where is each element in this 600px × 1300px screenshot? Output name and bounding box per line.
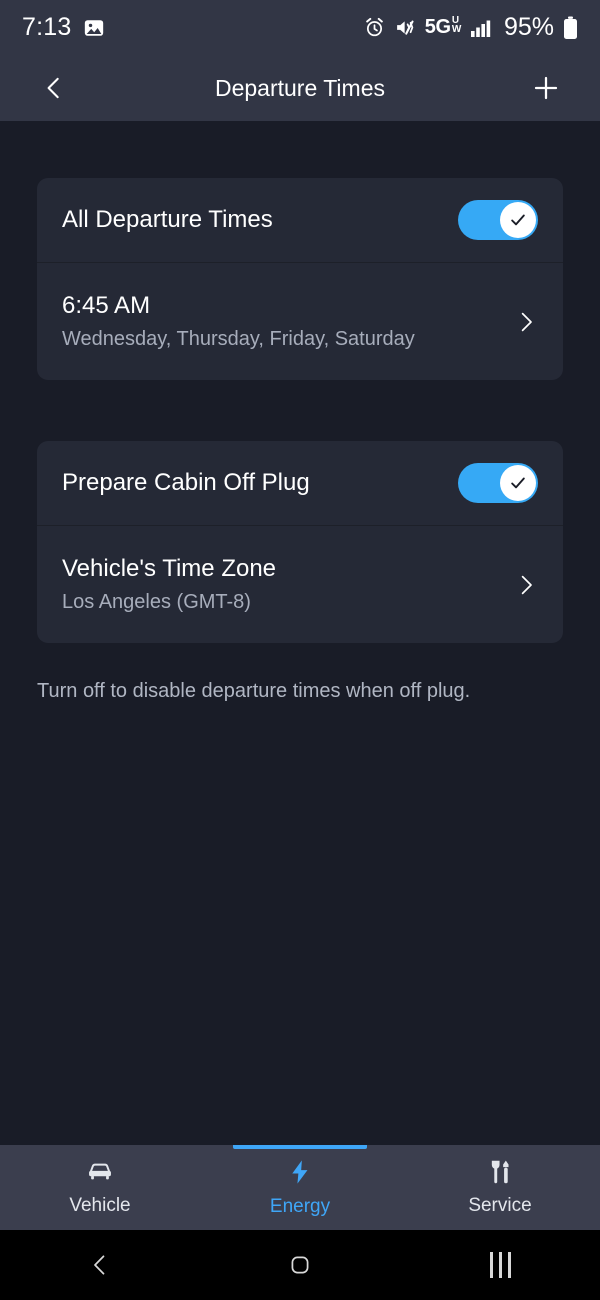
status-bar: 7:13 5G U W 95% [0, 0, 600, 55]
status-bar-right: 5G U W 95% [364, 13, 578, 42]
android-home-button[interactable] [200, 1252, 400, 1278]
vehicle-time-zone-row[interactable]: Vehicle's Time Zone Los Angeles (GMT-8) [37, 525, 563, 643]
app-header: Departure Times [0, 55, 600, 121]
tab-vehicle[interactable]: Vehicle [0, 1145, 200, 1230]
battery-full-icon [563, 16, 578, 40]
tab-energy-indicator [233, 1145, 367, 1149]
android-navigation-bar [0, 1230, 600, 1300]
chevron-right-icon [521, 575, 532, 594]
check-icon [511, 214, 525, 226]
network-type-label: 5G [424, 16, 451, 38]
all-departure-times-row[interactable]: All Departure Times [37, 178, 563, 262]
tab-service[interactable]: Service [400, 1145, 600, 1230]
android-back-icon [94, 1255, 105, 1275]
toggle-knob [500, 465, 536, 501]
android-recents-button[interactable] [400, 1252, 600, 1278]
departure-time-entry-text: 6:45 AM Wednesday, Thursday, Friday, Sat… [62, 292, 500, 352]
vehicle-time-zone-label: Vehicle's Time Zone [62, 554, 277, 582]
toggle-knob [500, 202, 536, 238]
vehicle-time-zone-value: Los Angeles (GMT-8) [62, 591, 251, 614]
content-area: All Departure Times 6:45 AM Wednesday, T… [0, 121, 600, 1145]
tab-vehicle-label: Vehicle [69, 1195, 131, 1216]
android-home-icon [291, 1256, 309, 1274]
network-type-indicator: 5G U W [424, 15, 462, 39]
alarm-clock-icon [364, 17, 385, 38]
cabin-settings-card: Prepare Cabin Off Plug Vehicle's Time Zo… [37, 441, 563, 643]
prepare-cabin-off-plug-text: Prepare Cabin Off Plug [62, 469, 458, 497]
android-recents-icon [489, 1252, 511, 1278]
phone-screen: 7:13 5G U W 95% Departure Times All Depa… [0, 0, 600, 1300]
check-icon [511, 477, 525, 489]
all-departure-times-label: All Departure Times [62, 206, 273, 234]
plus-icon [534, 76, 558, 100]
signal-bars-icon [470, 18, 492, 38]
status-bar-left: 7:13 [22, 13, 105, 42]
prepare-cabin-off-plug-label: Prepare Cabin Off Plug [62, 469, 310, 497]
page-title: Departure Times [214, 74, 385, 101]
battery-percent: 95% [503, 13, 554, 41]
chevron-left-icon [47, 77, 59, 99]
footer-note: Turn off to disable departure times when… [37, 680, 471, 702]
departure-time-entry-row[interactable]: 6:45 AM Wednesday, Thursday, Friday, Sat… [37, 262, 563, 380]
network-band-label: U W [451, 15, 461, 35]
prepare-cabin-off-plug-toggle[interactable] [458, 463, 538, 503]
all-departure-times-text: All Departure Times [62, 206, 458, 234]
departure-time-value: 6:45 AM [62, 291, 151, 319]
vehicle-time-zone-chevron[interactable] [514, 573, 538, 597]
prepare-cabin-off-plug-row[interactable]: Prepare Cabin Off Plug [37, 441, 563, 525]
back-button[interactable] [32, 66, 76, 110]
all-departure-times-toggle[interactable] [458, 200, 538, 240]
departure-times-card: All Departure Times 6:45 AM Wednesday, T… [37, 178, 563, 380]
wrench-screwdriver-icon [491, 1160, 509, 1184]
chevron-right-icon [521, 312, 532, 331]
departure-time-days: Wednesday, Thursday, Friday, Saturday [62, 328, 415, 351]
image-icon [83, 17, 105, 39]
tab-energy-label: Energy [269, 1196, 331, 1217]
add-button[interactable] [524, 66, 568, 110]
mute-vibrate-icon [394, 17, 416, 38]
lightning-bolt-icon [292, 1160, 308, 1184]
departure-time-chevron[interactable] [514, 310, 538, 334]
car-icon [89, 1163, 111, 1180]
bottom-tab-bar: Vehicle Energy Service [0, 1145, 600, 1230]
vehicle-time-zone-text: Vehicle's Time Zone Los Angeles (GMT-8) [62, 555, 500, 615]
status-time: 7:13 [22, 13, 72, 41]
tab-energy[interactable]: Energy [200, 1145, 400, 1230]
tab-service-label: Service [468, 1195, 532, 1216]
android-back-button[interactable] [0, 1252, 200, 1278]
